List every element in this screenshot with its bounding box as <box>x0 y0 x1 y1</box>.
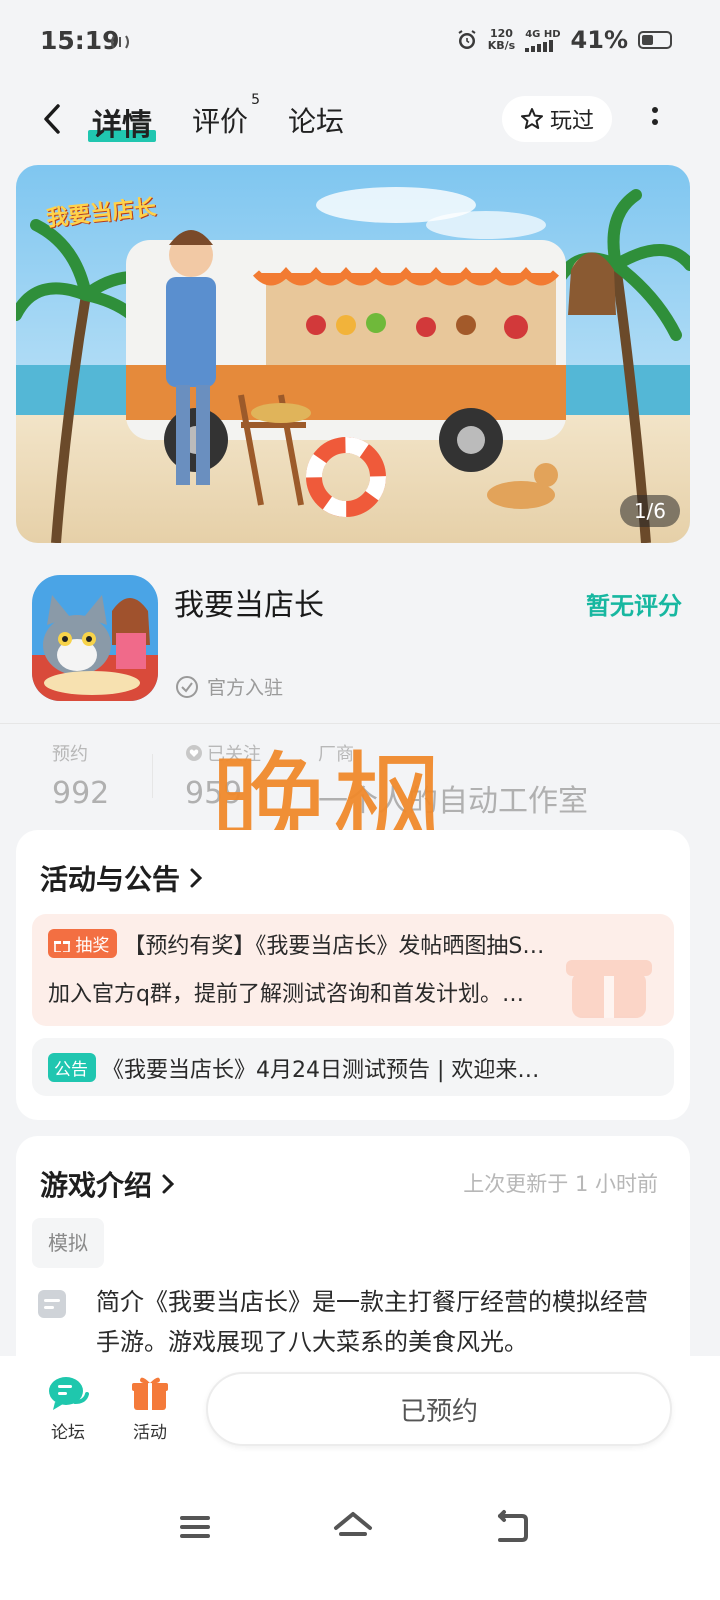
events-card: 活动与公告 抽奖 【预约有奖】《我要当店长》发帖晒图抽S… 加入官方q群，提前了… <box>16 830 690 1120</box>
tab-forum[interactable]: 论坛 <box>288 100 344 140</box>
system-nav-bar <box>0 1466 720 1600</box>
status-bar: 15:19 120 KB/s 4G HD 41% <box>0 0 720 80</box>
lottery-tag: 抽奖 <box>48 929 118 958</box>
stat-developer[interactable]: 厂商 一个人的自动工作室 <box>318 740 588 820</box>
net-speed: 120 KB/s <box>487 27 516 52</box>
event-prize-item[interactable]: 抽奖 【预约有奖】《我要当店长》发帖晒图抽S… 加入官方q群，提前了解测试咨询和… <box>32 914 674 1026</box>
chevron-right-icon <box>190 868 203 888</box>
star-icon <box>520 108 543 129</box>
stat-followers[interactable]: 已关注 959 <box>185 740 261 811</box>
activity-shortcut[interactable]: 活动 <box>120 1374 180 1443</box>
event-notice-item[interactable]: 公告 《我要当店长》4月24日测试预告 | 欢迎来… <box>32 1038 674 1096</box>
notice-title: 《我要当店长》4月24日测试预告 | 欢迎来… <box>102 1058 540 1083</box>
app-icon <box>32 575 158 701</box>
more-icon[interactable] <box>650 104 660 134</box>
genre-tag[interactable]: 模拟 <box>32 1218 104 1268</box>
home-icon[interactable] <box>331 1506 375 1550</box>
stat-reservations: 预约 992 <box>52 744 110 811</box>
back-icon[interactable] <box>36 102 70 136</box>
app-name: 我要当店长 <box>174 588 324 623</box>
signal-icon <box>525 39 554 52</box>
reserved-button[interactable]: 已预约 <box>206 1372 672 1446</box>
official-badge: 官方入驻 <box>175 673 283 700</box>
update-time: 上次更新于 1 小时前 <box>463 1172 658 1196</box>
tab-detail[interactable]: 详情 <box>88 100 156 144</box>
intro-text: 简介《我要当店长》是一款主打餐厅经营的模拟经营手游。游戏展现了八大菜系的美食风光… <box>96 1288 648 1356</box>
status-indicators: 120 KB/s 4G HD 41% <box>456 26 672 54</box>
stats-row: 预约 992 已关注 959 厂商 一个人的自动工作室 <box>0 740 720 820</box>
played-button[interactable]: 玩过 <box>502 96 612 142</box>
menu-icon[interactable] <box>174 1506 218 1550</box>
battery-icon <box>638 31 672 49</box>
intro-title[interactable]: 游戏介绍 <box>40 1164 176 1204</box>
battery-fill <box>642 35 653 45</box>
events-title[interactable]: 活动与公告 <box>40 858 204 898</box>
prize-event-desc: 加入官方q群，提前了解测试咨询和首发计划。… <box>48 982 524 1007</box>
stat-divider <box>152 754 153 798</box>
screenshot-carousel[interactable]: 我要当店长 1/6 <box>16 165 690 543</box>
net-type: 4G HD <box>525 28 561 40</box>
carousel-counter: 1/6 <box>619 495 680 527</box>
forum-shortcut[interactable]: 论坛 <box>38 1374 98 1443</box>
chevron-right-icon <box>162 1174 175 1194</box>
rating-status: 暂无评分 <box>586 592 682 620</box>
gift-icon <box>54 941 70 953</box>
gift-box-icon <box>132 1377 168 1410</box>
back-nav-icon[interactable] <box>490 1506 534 1550</box>
bottom-action-bar: 论坛 活动 已预约 <box>0 1356 720 1466</box>
heart-icon <box>186 745 202 761</box>
verified-check-icon <box>176 675 198 698</box>
battery-percent: 41% <box>570 26 628 54</box>
notice-tag: 公告 <box>48 1053 96 1082</box>
top-nav: 详情 评价 5 论坛 玩过 <box>0 90 720 150</box>
section-divider <box>0 723 720 724</box>
tab-review[interactable]: 评价 5 <box>192 92 260 140</box>
forum-chat-icon <box>49 1377 89 1410</box>
prize-event-title: 【预约有奖】《我要当店长》发帖晒图抽S… <box>123 934 545 959</box>
signal-block: 4G HD <box>525 28 561 52</box>
nfc-icon <box>111 35 129 49</box>
alarm-icon <box>458 30 476 49</box>
document-icon <box>38 1290 66 1318</box>
review-count-badge: 5 <box>251 92 261 108</box>
